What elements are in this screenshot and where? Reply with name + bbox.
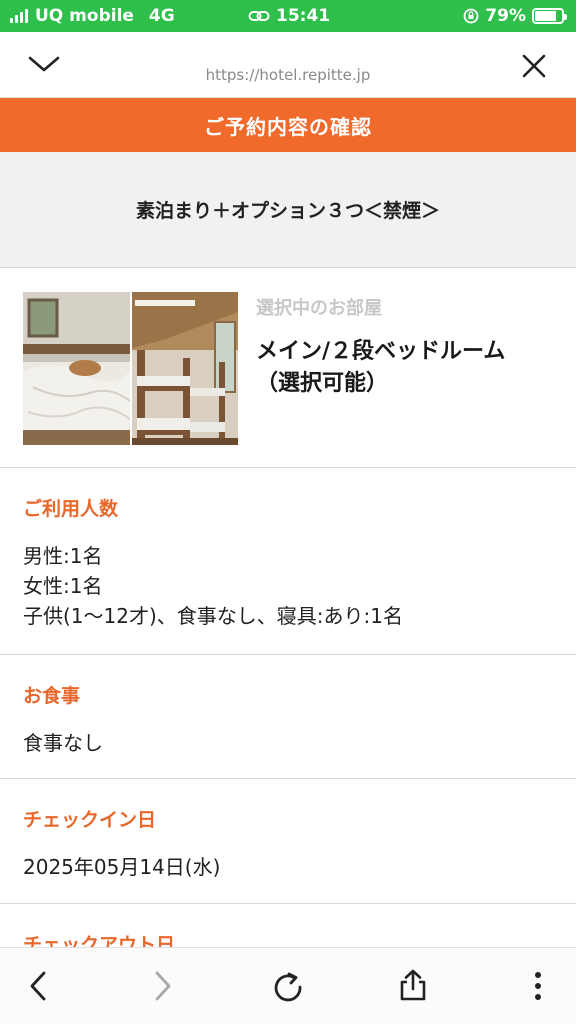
room-name-line2: （選択可能） xyxy=(256,371,389,396)
guests-line-male: 男性:1名 xyxy=(23,544,103,568)
status-bar: UQ mobile 4G 15:41 79% xyxy=(0,0,576,32)
more-icon[interactable] xyxy=(518,966,558,1006)
plan-section: 素泊まり＋オプション３つ＜禁煙＞ xyxy=(0,152,576,268)
status-left: UQ mobile 4G xyxy=(10,0,175,32)
url-label[interactable]: https://hotel.repitte.jp xyxy=(0,66,576,84)
orientation-lock-icon xyxy=(463,8,479,24)
browser-toolbar xyxy=(0,947,576,1024)
room-photo xyxy=(23,292,238,445)
back-icon[interactable] xyxy=(18,966,58,1006)
link-icon xyxy=(248,11,270,21)
room-name-line1: メイン/２段ベッドルーム xyxy=(256,339,506,364)
signal-icon xyxy=(10,9,28,23)
checkin-section: チェックイン日 2025年05月14日(水) xyxy=(0,779,576,904)
battery-icon xyxy=(532,8,567,24)
page-title: ご予約内容の確認 xyxy=(204,114,372,139)
close-icon[interactable] xyxy=(516,48,552,84)
forward-icon[interactable] xyxy=(143,966,183,1006)
meal-value: 食事なし xyxy=(23,731,103,755)
battery-fill xyxy=(535,11,556,21)
checkin-value: 2025年05月14日(水) xyxy=(23,855,221,879)
browser-top-bar: https://hotel.repitte.jp xyxy=(0,32,576,98)
clock: 15:41 xyxy=(276,6,331,26)
battery-percent: 79% xyxy=(485,6,526,26)
meal-section: お食事 食事なし xyxy=(0,655,576,779)
guests-title: ご利用人数 xyxy=(23,498,119,520)
plan-name: 素泊まり＋オプション３つ＜禁煙＞ xyxy=(135,200,440,222)
guests-section: ご利用人数 男性:1名 女性:1名 子供(1〜12才)、食事なし、寝具:あり:1… xyxy=(0,468,576,655)
room-label: 選択中のお部屋 xyxy=(256,298,382,319)
room-section: 選択中のお部屋 メイン/２段ベッドルーム （選択可能） xyxy=(0,268,576,468)
network-label: 4G xyxy=(148,6,175,26)
reload-icon[interactable] xyxy=(267,966,309,1008)
room-info: 選択中のお部屋 メイン/２段ベッドルーム （選択可能） xyxy=(256,294,556,400)
room-name: メイン/２段ベッドルーム （選択可能） xyxy=(256,336,556,400)
checkin-title: チェックイン日 xyxy=(23,809,157,831)
page-title-banner: ご予約内容の確認 xyxy=(0,98,576,152)
carrier-label: UQ mobile xyxy=(35,6,134,26)
share-icon[interactable] xyxy=(392,964,434,1006)
status-right: 79% xyxy=(463,0,567,32)
guests-line-female: 女性:1名 xyxy=(23,574,103,598)
meal-title: お食事 xyxy=(23,685,81,707)
guests-line-child: 子供(1〜12才)、食事なし、寝具:あり:1名 xyxy=(23,604,403,628)
guests-list: 男性:1名 女性:1名 子供(1〜12才)、食事なし、寝具:あり:1名 xyxy=(23,541,576,631)
status-center: 15:41 xyxy=(248,0,330,32)
